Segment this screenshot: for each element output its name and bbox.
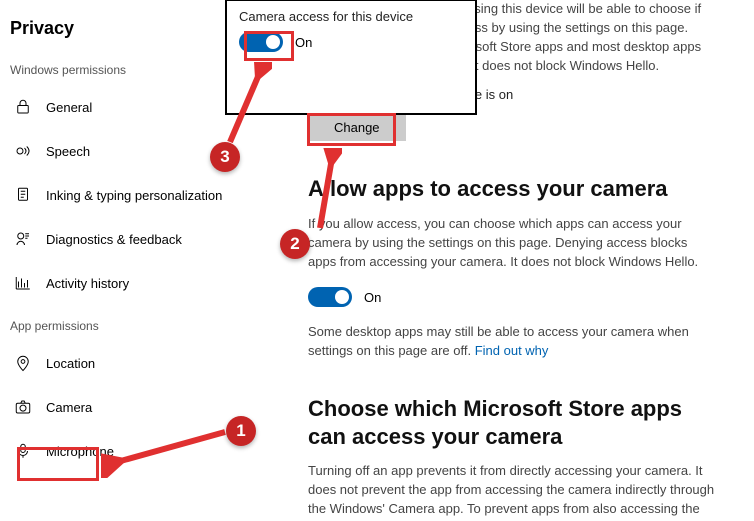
toggle-label: On	[364, 290, 381, 305]
sidebar-item-label: General	[46, 100, 92, 115]
camera-icon	[12, 396, 34, 418]
feedback-icon	[12, 228, 34, 250]
allow-apps-heading: Allow apps to access your camera	[308, 175, 718, 203]
annotation-badge-1: 1	[226, 416, 256, 446]
popup-toggle-label: On	[295, 35, 312, 50]
desktop-apps-note: Some desktop apps may still be able to a…	[308, 323, 718, 361]
sidebar-item-label: Speech	[46, 144, 90, 159]
location-icon	[12, 352, 34, 374]
annotation-arrow-2	[314, 148, 342, 232]
speech-icon	[12, 140, 34, 162]
sidebar-item-diagnostics[interactable]: Diagnostics & feedback	[10, 217, 278, 261]
change-button[interactable]: Change	[308, 114, 406, 141]
sidebar-item-label: Camera	[46, 400, 92, 415]
annotation-arrow-3	[224, 62, 272, 146]
sidebar-item-inking[interactable]: Inking & typing personalization	[10, 173, 278, 217]
annotation-badge-3: 3	[210, 142, 240, 172]
annotation-badge-2: 2	[280, 229, 310, 259]
app-permissions-header: App permissions	[10, 305, 278, 341]
sidebar-item-label: Diagnostics & feedback	[46, 232, 182, 247]
sidebar-item-label: Inking & typing personalization	[46, 188, 222, 203]
popup-toggle-row: On	[239, 32, 463, 52]
activity-icon	[12, 272, 34, 294]
sidebar-item-label: Location	[46, 356, 95, 371]
lock-icon	[12, 96, 34, 118]
choose-apps-paragraph: Turning off an app prevents it from dire…	[308, 462, 718, 519]
allow-apps-toggle[interactable]	[308, 287, 352, 307]
find-out-why-link[interactable]: Find out why	[475, 343, 549, 358]
device-access-toggle[interactable]	[239, 32, 283, 52]
annotation-arrow-1	[101, 418, 229, 478]
popup-title: Camera access for this device	[239, 9, 463, 24]
choose-apps-heading: Choose which Microsoft Store apps can ac…	[308, 395, 718, 450]
sidebar-item-location[interactable]: Location	[10, 341, 278, 385]
sidebar-item-label: Activity history	[46, 276, 129, 291]
allow-apps-paragraph: If you allow access, you can choose whic…	[308, 215, 718, 272]
microphone-icon	[12, 440, 34, 462]
inking-icon	[12, 184, 34, 206]
sidebar-item-activity[interactable]: Activity history	[10, 261, 278, 305]
allow-apps-toggle-row: On	[308, 287, 718, 307]
